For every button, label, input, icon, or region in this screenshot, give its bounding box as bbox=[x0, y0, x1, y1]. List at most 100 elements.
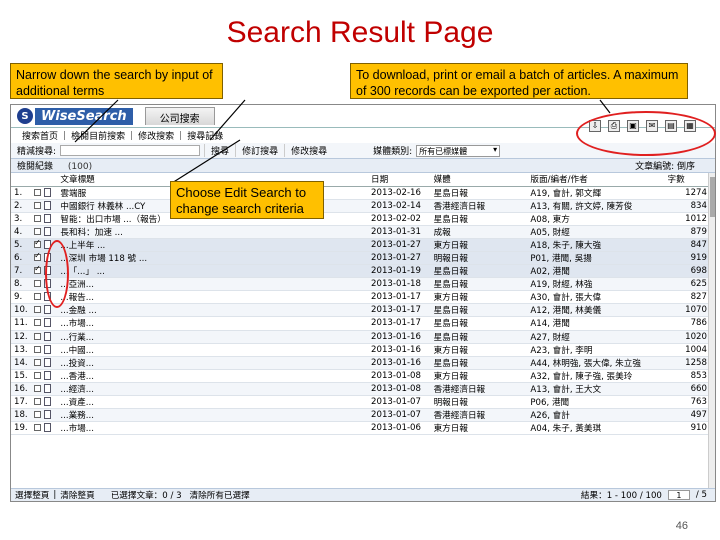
row-checkbox[interactable] bbox=[34, 398, 42, 406]
table-row[interactable]: 15. ...香港... 2013-01-08 東方日報 A32, 會計, 陳子強, … bbox=[11, 369, 715, 383]
row-author: A23, 會計, 李明 bbox=[527, 343, 665, 357]
row-media: 香港經濟日報 bbox=[430, 382, 528, 397]
table-row[interactable]: 8. ...亞洲... 2013-01-18 星島日報 A19, 財經, 林強 625 bbox=[11, 277, 715, 292]
refine-input[interactable] bbox=[60, 145, 201, 156]
row-title[interactable]: ...報告... bbox=[57, 290, 369, 305]
row-media: 星島日報 bbox=[430, 277, 528, 292]
table-row[interactable]: 7. ...「...」 ...2013-01-19星島日報A02, 港聞698 bbox=[11, 264, 715, 279]
row-media: 明報日報 bbox=[430, 251, 528, 266]
row-title[interactable]: 長和科：加速 ... bbox=[57, 225, 369, 239]
col-author[interactable]: 版面/編者/作者 bbox=[527, 173, 665, 187]
row-title[interactable]: ...「...」 ... bbox=[57, 264, 369, 279]
row-checkbox[interactable] bbox=[34, 251, 42, 262]
document-icon bbox=[43, 344, 51, 354]
row-checkbox[interactable] bbox=[34, 214, 42, 222]
row-checkbox[interactable] bbox=[34, 371, 42, 379]
table-row[interactable]: 16. ...經濟... 2013-01-08 香港經濟日報 A13, 會計, 王大文… bbox=[11, 382, 715, 397]
row-author: A27, 財經 bbox=[527, 330, 665, 344]
row-checkbox[interactable] bbox=[34, 201, 42, 209]
row-title[interactable]: ...資產... bbox=[57, 395, 369, 410]
highlight-ring-export-icons bbox=[576, 111, 716, 156]
table-row[interactable]: 11. ...市場... 2013-01-17 星島日報 A14, 港聞 786 bbox=[11, 316, 715, 331]
row-checkbox[interactable] bbox=[34, 306, 42, 314]
table-row[interactable]: 6. ...深圳 市場 118 號 ...2013-01-27明報日報P01, … bbox=[11, 251, 715, 266]
row-select bbox=[31, 356, 58, 370]
clear-selection-link[interactable]: 清除所有已選擇 bbox=[190, 489, 250, 501]
row-date: 2013-01-16 bbox=[368, 356, 431, 370]
row-checkbox[interactable] bbox=[34, 227, 42, 235]
row-number: 2. bbox=[11, 199, 32, 213]
row-title[interactable]: ...深圳 市場 118 號 ... bbox=[57, 251, 369, 266]
row-date: 2013-01-31 bbox=[368, 225, 431, 239]
row-title[interactable]: ...亞洲... bbox=[57, 277, 369, 292]
scrollbar-thumb[interactable] bbox=[710, 177, 715, 217]
table-row[interactable]: 19. ...市場... 2013-01-06 東方日報 A04, 朱子, 黃美琪 91… bbox=[11, 421, 715, 436]
refine-search-button[interactable]: 搜尋 bbox=[204, 144, 235, 157]
col-date[interactable]: 日期 bbox=[368, 173, 431, 187]
table-row[interactable]: 5. ...上半年 ...2013-01-27東方日報A18, 朱子, 陳大強8… bbox=[11, 238, 715, 252]
row-checkbox[interactable] bbox=[34, 188, 42, 196]
row-select bbox=[31, 421, 58, 436]
row-title[interactable]: ...市場... bbox=[57, 316, 369, 331]
menu-search-history[interactable]: 搜尋記錄 bbox=[182, 129, 228, 142]
table-row[interactable]: 3. 智能：出口市場 ...（報告） 2013-02-02 星島日報 A08, 東方 1… bbox=[11, 212, 715, 226]
row-number: 9. bbox=[11, 290, 32, 305]
row-number: 13. bbox=[11, 343, 32, 357]
row-date: 2013-01-07 bbox=[368, 395, 431, 410]
row-checkbox[interactable] bbox=[34, 411, 42, 419]
refine-label: 精減搜尋: bbox=[17, 147, 57, 157]
table-row[interactable]: 2. 中國銀行 林義林 ...CY 2013-02-14 香港經濟日報 A13, 有關… bbox=[11, 199, 715, 213]
row-checkbox[interactable] bbox=[34, 345, 42, 353]
row-media: 東方日報 bbox=[430, 421, 528, 436]
row-title[interactable]: ...金融 ... bbox=[57, 303, 369, 318]
wisesearch-logo[interactable]: S WiseSearch bbox=[17, 107, 133, 125]
tab-company-search[interactable]: 公司搜索 bbox=[144, 107, 215, 125]
row-author: A26, 會計 bbox=[527, 408, 665, 423]
table-row[interactable]: 10. ...金融 ... 2013-01-17 星島日報 A12, 港聞, 林美儀 1… bbox=[11, 303, 715, 318]
row-checkbox[interactable] bbox=[34, 280, 42, 288]
sort-selector[interactable]: 文章編號: 倒序 bbox=[635, 159, 695, 172]
row-title[interactable]: ...投資... bbox=[57, 356, 369, 370]
row-checkbox[interactable] bbox=[34, 424, 42, 432]
table-row[interactable]: 1. 雲端服 2013-02-16 星島日報 A19, 會計, 郭文輝 1274 bbox=[11, 186, 715, 200]
menu-edit-search[interactable]: 修改搜索 bbox=[133, 129, 179, 142]
col-media[interactable]: 媒體 bbox=[430, 173, 528, 187]
table-row[interactable]: 14. ...投資... 2013-01-16 星島日報 A44, 林明強, 張大偉,… bbox=[11, 356, 715, 370]
row-title[interactable]: ...香港... bbox=[57, 369, 369, 383]
row-number: 1. bbox=[11, 186, 32, 200]
select-all-link[interactable]: 選擇整頁 bbox=[15, 489, 49, 501]
row-number: 12. bbox=[11, 330, 32, 344]
row-checkbox[interactable] bbox=[34, 384, 42, 392]
row-checkbox[interactable] bbox=[34, 293, 42, 301]
row-number: 3. bbox=[11, 212, 32, 226]
deselect-page-link[interactable]: 清除整頁 bbox=[60, 489, 94, 501]
results-scrollbar[interactable] bbox=[708, 173, 715, 488]
table-row[interactable]: 18. ...業務... 2013-01-07 香港經濟日報 A26, 會計 497 bbox=[11, 408, 715, 423]
row-title[interactable]: ...上半年 ... bbox=[57, 238, 369, 252]
table-row[interactable]: 17. ...資產... 2013-01-07 明報日報 P06, 港聞 763 bbox=[11, 395, 715, 410]
row-checkbox[interactable] bbox=[34, 319, 42, 327]
media-type-select[interactable]: 所有已標媒體 bbox=[416, 144, 501, 157]
table-row[interactable]: 12. ...行業... 2013-01-16 星島日報 A27, 財經 1020 bbox=[11, 330, 715, 344]
row-title[interactable]: ...業務... bbox=[57, 408, 369, 423]
menu-view-search[interactable]: 檢閱目前搜索 bbox=[66, 129, 130, 142]
selected-count: 已選擇文章：0 / 3 bbox=[110, 491, 182, 501]
row-select bbox=[31, 225, 58, 239]
document-icon bbox=[43, 370, 51, 380]
revise-search-button[interactable]: 修訂搜尋 bbox=[235, 144, 284, 157]
row-checkbox[interactable] bbox=[34, 332, 42, 340]
row-checkbox[interactable] bbox=[34, 265, 42, 275]
row-title[interactable]: ...市場... bbox=[57, 421, 369, 436]
page-number-input[interactable]: 1 bbox=[667, 490, 690, 500]
row-checkbox[interactable] bbox=[34, 238, 42, 248]
edit-search-button[interactable]: 修改搜尋 bbox=[284, 144, 333, 157]
row-checkbox[interactable] bbox=[34, 358, 42, 366]
row-title[interactable]: ...行業... bbox=[57, 330, 369, 344]
table-row[interactable]: 13. ...中國... 2013-01-16 東方日報 A23, 會計, 李明 100… bbox=[11, 343, 715, 357]
table-row[interactable]: 4. 長和科：加速 ... 2013-01-31 成報 A05, 財經 879 bbox=[11, 225, 715, 239]
row-date: 2013-01-17 bbox=[368, 316, 431, 331]
row-title[interactable]: ...中國... bbox=[57, 343, 369, 357]
table-row[interactable]: 9. ...報告... 2013-01-17 東方日報 A30, 會計, 張大偉 827 bbox=[11, 290, 715, 305]
menu-search-home[interactable]: 搜索首页 bbox=[17, 129, 63, 142]
row-title[interactable]: ...經濟... bbox=[57, 382, 369, 397]
